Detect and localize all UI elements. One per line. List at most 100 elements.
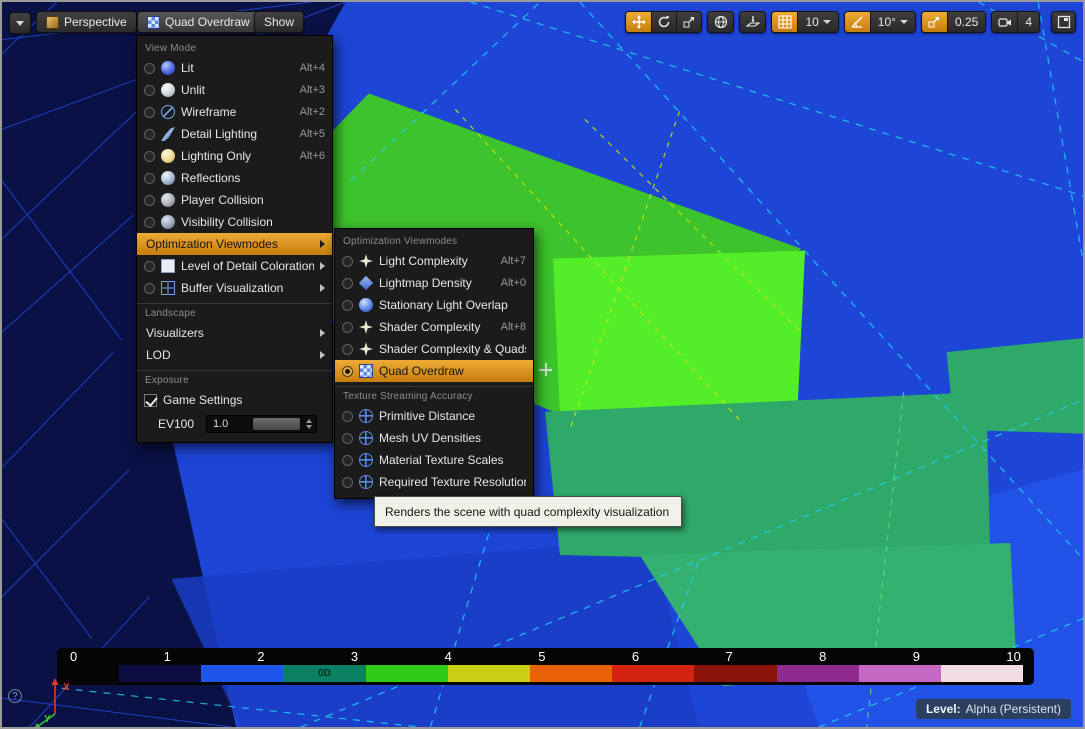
camera-speed-group: 4 <box>991 11 1040 33</box>
overdraw-legend: 0 1 2 3 4 5 6 7 8 9 10 0D <box>57 648 1034 685</box>
grid-snap-group: 10 <box>771 11 838 33</box>
show-label: Show <box>264 15 294 29</box>
submenu-arrow-icon <box>320 262 325 270</box>
legend-tick: 2 <box>257 649 264 664</box>
optimization-viewmodes-menu: Optimization Viewmodes Light Complexity … <box>334 228 534 499</box>
submenu-arrow-icon <box>320 240 325 248</box>
perspective-button[interactable]: Perspective <box>36 11 137 33</box>
move-tool-button[interactable] <box>626 12 651 32</box>
ev100-slider-handle[interactable] <box>253 418 300 430</box>
player-collision-icon <box>161 193 175 207</box>
scale-icon <box>682 15 696 29</box>
ev100-value: 1.0 <box>207 418 228 430</box>
menu-item-primitive-distance[interactable]: Primitive Distance <box>335 405 533 427</box>
material-texture-scales-icon <box>359 453 373 467</box>
legend-segment <box>859 665 941 682</box>
game-settings-checkbox[interactable] <box>144 394 157 407</box>
radio-icon <box>342 256 353 267</box>
legend-segment <box>201 665 283 682</box>
menu-item-quad-overdraw[interactable]: Quad Overdraw <box>335 360 533 382</box>
legend-tick: 6 <box>632 649 639 664</box>
wireframe-icon <box>161 105 175 119</box>
scale-snap-toggle-button[interactable] <box>922 12 947 32</box>
menu-item-lighting-only[interactable]: Lighting Only Alt+6 <box>137 145 332 167</box>
legend-segment <box>941 665 1023 682</box>
submenu-arrow-icon <box>320 351 325 359</box>
camera-speed-value-button[interactable]: 4 <box>1017 12 1039 32</box>
legend-segment <box>694 665 776 682</box>
lighting-only-icon <box>161 149 175 163</box>
menu-item-visualizers[interactable]: Visualizers <box>137 322 332 344</box>
menu-item-stationary-light-overlap[interactable]: Stationary Light Overlap <box>335 294 533 316</box>
rotation-snap-value-button[interactable]: 10° <box>870 12 915 32</box>
primitive-distance-icon <box>359 409 373 423</box>
menu-item-shader-complexity-quads[interactable]: Shader Complexity & Quads <box>335 338 533 360</box>
grid-icon <box>778 15 792 29</box>
show-button[interactable]: Show <box>254 11 304 33</box>
menu-item-lightmap-density[interactable]: Lightmap Density Alt+0 <box>335 272 533 294</box>
menu-item-optimization-viewmodes[interactable]: Optimization Viewmodes <box>137 233 332 255</box>
legend-ticks: 0 1 2 3 4 5 6 7 8 9 10 <box>57 648 1034 664</box>
grid-snap-value: 10 <box>805 15 818 29</box>
rotate-icon <box>657 15 671 29</box>
ev100-spinner-arrows[interactable] <box>304 417 314 431</box>
maximize-viewport-button[interactable] <box>1052 12 1075 32</box>
menu-item-detail-lighting[interactable]: Detail Lighting Alt+5 <box>137 123 332 145</box>
menu-item-shader-complexity[interactable]: Shader Complexity Alt+8 <box>335 316 533 338</box>
menu-item-lit[interactable]: Lit Alt+4 <box>137 57 332 79</box>
legend-tick: 5 <box>538 649 545 664</box>
help-icon[interactable]: ? <box>8 689 22 703</box>
radio-icon <box>144 85 155 96</box>
grid-snap-value-button[interactable]: 10 <box>797 12 837 32</box>
radio-icon <box>144 283 155 294</box>
ev100-spinbox[interactable]: 1.0 <box>206 415 317 433</box>
lightmap-density-icon <box>359 276 373 290</box>
legend-tick: 1 <box>164 649 171 664</box>
radio-icon <box>144 195 155 206</box>
rotation-snap-toggle-button[interactable] <box>845 12 870 32</box>
viewport-options-dropdown-button[interactable] <box>9 12 31 34</box>
buffer-visualization-icon <box>161 281 175 295</box>
scale-snap-value-button[interactable]: 0.25 <box>947 12 985 32</box>
menu-item-required-texture-resolution[interactable]: Required Texture Resolution <box>335 471 533 493</box>
shader-complexity-quads-icon <box>359 342 373 356</box>
level-badge[interactable]: Level: Alpha (Persistent) <box>916 699 1071 719</box>
scale-tool-button[interactable] <box>676 12 701 32</box>
grid-snap-toggle-button[interactable] <box>772 12 797 32</box>
quad-overdraw-icon <box>147 16 160 29</box>
menu-item-wireframe[interactable]: Wireframe Alt+2 <box>137 101 332 123</box>
editor-viewport-frame: Perspective Quad Overdraw Show <box>0 0 1085 729</box>
menu-item-game-settings[interactable]: Game Settings <box>137 389 332 411</box>
chevron-down-icon <box>823 20 831 24</box>
menu-item-lod-coloration[interactable]: Level of Detail Coloration <box>137 255 332 277</box>
transform-tools-group <box>625 11 702 33</box>
legend-segment <box>448 665 530 682</box>
menu-item-visibility-collision[interactable]: Visibility Collision <box>137 211 332 233</box>
menu-item-mesh-uv-densities[interactable]: Mesh UV Densities <box>335 427 533 449</box>
menu-item-reflections[interactable]: Reflections <box>137 167 332 189</box>
radio-icon <box>144 63 155 74</box>
radio-icon <box>144 173 155 184</box>
menu-item-buffer-visualization[interactable]: Buffer Visualization <box>137 277 332 299</box>
rotation-snap-value: 10° <box>878 15 896 29</box>
perspective-label: Perspective <box>64 15 127 29</box>
scale-snap-icon <box>927 15 941 29</box>
radio-icon <box>144 261 155 272</box>
menu-item-player-collision[interactable]: Player Collision <box>137 189 332 211</box>
menu-item-material-texture-scales[interactable]: Material Texture Scales <box>335 449 533 471</box>
texture-streaming-accuracy-header: Texture Streaming Accuracy <box>335 387 533 405</box>
chevron-down-icon <box>900 20 908 24</box>
menu-item-lod[interactable]: LOD <box>137 344 332 366</box>
surface-snapping-button[interactable] <box>740 12 765 32</box>
world-local-toggle-button[interactable] <box>708 12 733 32</box>
maximize-icon <box>1057 15 1071 29</box>
landscape-section-header: Landscape <box>137 304 332 322</box>
spin-up-icon <box>306 419 312 423</box>
rotate-tool-button[interactable] <box>651 12 676 32</box>
view-mode-label: Quad Overdraw <box>165 15 250 29</box>
menu-item-light-complexity[interactable]: Light Complexity Alt+7 <box>335 250 533 272</box>
radio-icon <box>144 217 155 228</box>
view-mode-button[interactable]: Quad Overdraw <box>137 11 260 33</box>
menu-item-unlit[interactable]: Unlit Alt+3 <box>137 79 332 101</box>
camera-speed-button[interactable] <box>992 12 1017 32</box>
